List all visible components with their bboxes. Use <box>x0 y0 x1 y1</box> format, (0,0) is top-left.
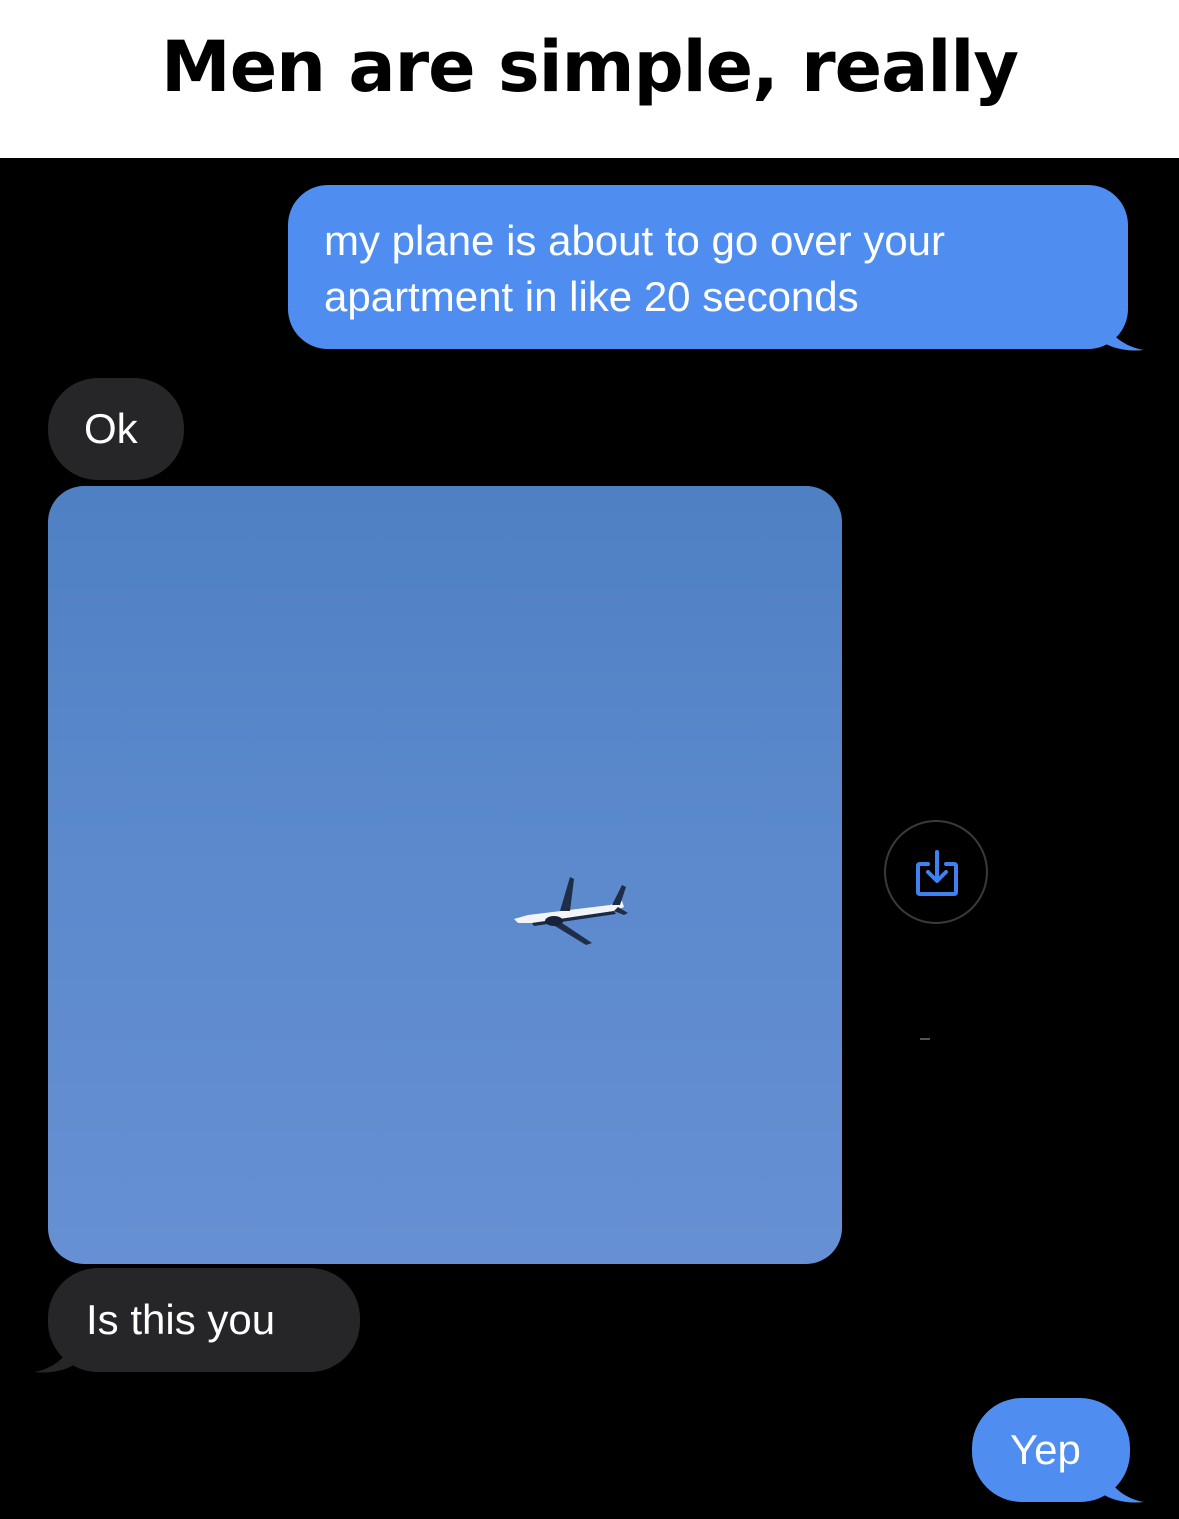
airplane-image <box>514 877 628 945</box>
photo-attachment[interactable] <box>48 486 842 1264</box>
divider-mark <box>920 1038 930 1040</box>
save-attachment-button[interactable] <box>884 820 988 924</box>
sent-message-bubble[interactable]: my plane is about to go over your apartm… <box>288 185 1128 349</box>
caption-band: Men are simple, really <box>0 0 1179 158</box>
message-thread[interactable]: my plane is about to go over your apartm… <box>0 158 1179 1519</box>
sent-bubble-tail <box>1100 308 1144 351</box>
message-text: my plane is about to go over your apartm… <box>324 217 946 320</box>
download-icon <box>916 850 958 896</box>
message-text: Ok <box>84 405 138 452</box>
received-message-bubble[interactable]: Is this you <box>48 1268 360 1372</box>
sent-bubble-tail <box>1100 1458 1144 1503</box>
message-text: Yep <box>1010 1426 1081 1473</box>
message-text: Is this you <box>86 1296 276 1343</box>
caption-title: Men are simple, really <box>161 26 1019 108</box>
received-message-bubble[interactable]: Ok <box>48 378 184 480</box>
received-bubble-tail <box>34 1328 78 1373</box>
